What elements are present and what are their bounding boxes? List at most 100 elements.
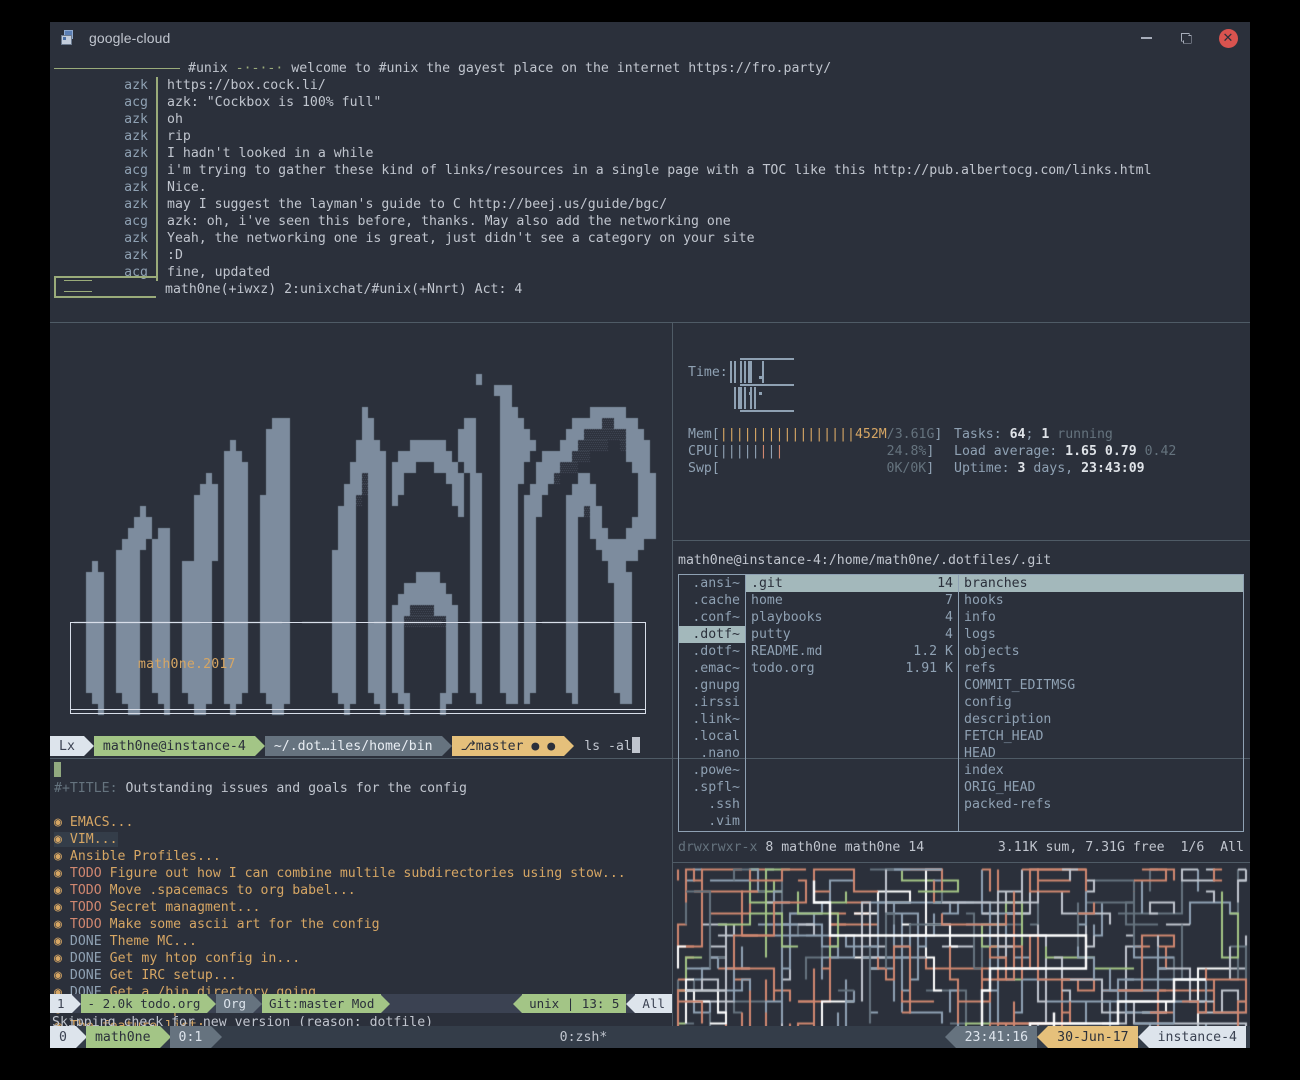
prompt-segment-2: ~/.dot…iles/home/bin <box>265 736 442 756</box>
org-headline[interactable]: ◉ TODO Figure out how I can combine mult… <box>50 865 672 882</box>
org-headline-text: Figure out how I can combine multile sub… <box>110 866 626 881</box>
irc-message: azkNice. <box>50 179 1250 196</box>
ranger-parent-entry[interactable]: .powe~ <box>679 762 745 779</box>
ranger-parent-entry[interactable]: .dotf~ <box>679 626 745 643</box>
ranger-preview-entry[interactable]: HEAD <box>959 745 1243 762</box>
pane-emacs-org[interactable]: #+TITLE: Outstanding issues and goals fo… <box>50 760 672 1048</box>
ranger-preview-entry[interactable]: description <box>959 711 1243 728</box>
ranger-current-entry[interactable]: playbooks4 <box>746 609 958 626</box>
window-titlebar: google-cloud ✕ <box>50 22 1250 54</box>
org-headline[interactable]: ◉ DONE Get my htop config in... <box>50 950 672 967</box>
ranger-entry-size: 4 <box>945 609 953 626</box>
org-headline[interactable]: ◉ DONE Get IRC setup... <box>50 967 672 984</box>
org-headline[interactable]: ◉ TODO Move .spacemacs to org babel... <box>50 882 672 899</box>
irc-message: acgfine, updated <box>50 264 1250 281</box>
org-title-value: Outstanding issues and goals for the con… <box>125 781 466 796</box>
ranger-preview-entry[interactable]: FETCH_HEAD <box>959 728 1243 745</box>
ranger-column-preview[interactable]: brancheshooksinfologsobjectsrefsCOMMIT_E… <box>959 575 1243 831</box>
pane-pipes-screensaver[interactable] <box>674 864 1250 1048</box>
ranger-current-entry[interactable]: home7 <box>746 592 958 609</box>
ranger-current-entry[interactable]: .git14 <box>746 575 958 592</box>
ranger-preview-entry[interactable]: logs <box>959 626 1243 643</box>
ranger-preview-entry[interactable]: hooks <box>959 592 1243 609</box>
ranger-preview-entry[interactable]: packed-refs <box>959 796 1243 813</box>
ranger-preview-entry[interactable]: COMMIT_EDITMSG <box>959 677 1243 694</box>
irc-message: acgazk: oh, i've seen this before, thank… <box>50 213 1250 230</box>
pane-irc-chat[interactable]: #unix -·-·-· welcome to #unix the gayest… <box>50 54 1250 322</box>
irc-nick: azk <box>50 247 156 264</box>
tmux-status-bar[interactable]: 0 math0ne 0:1 0:zsh* 23:41:16 30-Jun-17 … <box>50 1026 1250 1048</box>
ranger-parent-entry[interactable]: .link~ <box>679 711 745 728</box>
close-button[interactable]: ✕ <box>1206 22 1250 54</box>
htop-meter-total: 0K/0K <box>887 460 927 477</box>
pane-divider-horizontal-1 <box>50 322 1250 323</box>
ranger-preview-entry[interactable]: config <box>959 694 1243 711</box>
org-headline[interactable]: ◉ TODO Secret managment... <box>50 899 672 916</box>
pane-divider-horizontal-3 <box>673 540 1250 541</box>
htop-stat: Uptime: 3 days, 23:43:09 <box>954 460 1176 477</box>
shell-command-input[interactable]: ls -al <box>584 737 640 755</box>
ranger-parent-entry[interactable]: .dotf~ <box>679 643 745 660</box>
htop-meter: Mem[|||||||||||||||||452M/3.61G] <box>688 426 942 443</box>
ranger-column-parent[interactable]: .ansi~.cache.conf~.dotf~.dotf~.emac~.gnu… <box>679 575 746 831</box>
ranger-preview-entry[interactable]: info <box>959 609 1243 626</box>
ranger-parent-entry[interactable]: .ssh <box>679 796 745 813</box>
ranger-entry-name: .emac~ <box>692 660 740 677</box>
minimize-button[interactable] <box>1126 22 1166 54</box>
org-headline[interactable]: ◉ TODO Make some ascii art for the confi… <box>50 916 672 933</box>
htop-meter-bracket-open: [ <box>712 443 720 460</box>
htop-stat-value-1: 1.65 <box>1065 444 1097 459</box>
ranger-parent-entry[interactable]: .gnupg <box>679 677 745 694</box>
htop-meter: Swp[ 0K/0K] <box>688 460 942 477</box>
prompt-arrow-3 <box>564 736 574 756</box>
org-headline[interactable]: ◉ Ansible Profiles... <box>50 848 672 865</box>
maximize-button[interactable] <box>1166 22 1206 54</box>
ranger-current-entry[interactable]: todo.org1.91 K <box>746 660 958 677</box>
ranger-current-entry[interactable]: putty4 <box>746 626 958 643</box>
ranger-preview-entry[interactable]: ORIG_HEAD <box>959 779 1243 796</box>
htop-stats-list: Tasks: 64; 1 runningLoad average: 1.65 0… <box>954 426 1176 477</box>
irc-nick: azk <box>50 128 156 145</box>
irc-message: azkmay I suggest the layman's guide to C… <box>50 196 1250 213</box>
pane-ranger[interactable]: math0ne@instance-4:/home/math0ne/.dotfil… <box>674 542 1250 862</box>
ranger-parent-entry[interactable]: .spfl~ <box>679 779 745 796</box>
ranger-preview-entry[interactable]: branches <box>959 575 1243 592</box>
ranger-current-entry[interactable]: README.md1.2 K <box>746 643 958 660</box>
ranger-parent-entry[interactable]: .nano <box>679 745 745 762</box>
tmux-window-list[interactable]: 0:zsh* <box>222 1029 944 1046</box>
ranger-parent-entry[interactable]: .emac~ <box>679 660 745 677</box>
irc-message: azkhttps://box.cock.li/ <box>50 77 1250 94</box>
prompt-segment-1: math0ne@instance-4 <box>94 736 255 756</box>
ranger-preview-entry[interactable]: objects <box>959 643 1243 660</box>
irc-gutter <box>156 145 158 162</box>
ranger-preview-entry[interactable]: index <box>959 762 1243 779</box>
org-bullet-icon: ◉ <box>54 951 62 966</box>
org-keyword: DONE <box>70 968 102 983</box>
ascii-art-label: math0ne.2017 <box>138 656 236 673</box>
irc-statusline-text: math0ne(+iwxz) 2:unixchat/#unix(+Nnrt) A… <box>165 281 522 298</box>
ranger-parent-entry[interactable]: .vim <box>679 813 745 830</box>
pane-htop[interactable]: Time: Mem[|||||||||||||||||452M/3.61G]CP… <box>674 324 1250 540</box>
tmux-window-label[interactable]: 0:1 <box>170 1026 212 1048</box>
org-headline[interactable]: ◉ VIM... <box>50 831 672 848</box>
ranger-entry-name: info <box>964 609 996 626</box>
ranger-entry-name: HEAD <box>964 745 996 762</box>
ranger-parent-entry[interactable]: .conf~ <box>679 609 745 626</box>
shell-prompt[interactable]: Lxmath0ne@instance-4~/.dot…iles/home/bin… <box>50 734 672 758</box>
ranger-columns: .ansi~.cache.conf~.dotf~.dotf~.emac~.gnu… <box>678 574 1244 832</box>
org-headline[interactable]: ◉ EMACS... <box>50 814 672 831</box>
htop-meter-list: Mem[|||||||||||||||||452M/3.61G]CPU[||||… <box>688 426 942 477</box>
ranger-parent-entry[interactable]: .local <box>679 728 745 745</box>
prompt-arrow-1 <box>255 736 265 756</box>
org-headline[interactable]: ◉ DONE Theme MC... <box>50 933 672 950</box>
htop-meter-bar: |||||||| <box>720 443 784 460</box>
ranger-column-current[interactable]: .git14home7playbooks4putty4README.md1.2 … <box>746 575 959 831</box>
org-keyword: DONE <box>70 951 102 966</box>
ranger-parent-entry[interactable]: .irssi <box>679 694 745 711</box>
pane-ascii-art[interactable]: math0ne.2017 <box>50 324 672 728</box>
ranger-preview-entry[interactable]: refs <box>959 660 1243 677</box>
ranger-parent-entry[interactable]: .cache <box>679 592 745 609</box>
ranger-parent-entry[interactable]: .ansi~ <box>679 575 745 592</box>
ranger-statusline: drwxrwxr-x 8 math0ne math0ne 14 3.11K su… <box>678 838 1244 856</box>
ranger-entry-name: putty <box>751 626 791 643</box>
